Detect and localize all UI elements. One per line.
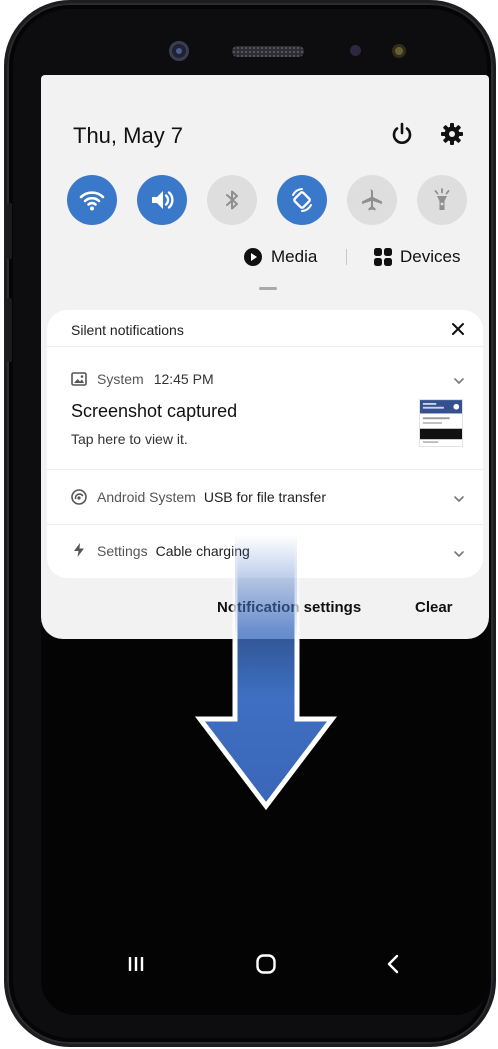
notification-title: Screenshot captured xyxy=(71,401,238,421)
chevron-down-icon[interactable] xyxy=(453,550,465,558)
home-icon[interactable] xyxy=(253,951,279,977)
date-label: Thu, May 7 xyxy=(73,123,184,148)
screenshot-thumbnail[interactable] xyxy=(419,399,463,447)
notification-usb[interactable]: Android System USB for file transfer xyxy=(47,470,483,524)
sound-toggle[interactable] xyxy=(137,175,187,225)
power-icon[interactable] xyxy=(389,121,415,147)
bluetooth-icon xyxy=(226,190,238,210)
notification-charging[interactable]: Settings Cable charging xyxy=(47,525,483,578)
media-button[interactable]: Media xyxy=(243,243,317,271)
media-divider xyxy=(346,249,347,265)
proximity-sensor xyxy=(350,45,361,56)
notification-detail: USB for file transfer xyxy=(203,489,326,505)
devices-grid-icon xyxy=(374,248,392,266)
earpiece-speaker xyxy=(232,46,304,57)
notification-panel: Thu, May 7 Media Devices Silent notifica… xyxy=(41,75,489,639)
notification-settings-button[interactable]: Notification settings xyxy=(217,599,361,616)
notification-detail: Cable charging xyxy=(155,543,250,559)
notification-app-name: Android System xyxy=(97,489,196,505)
wifi-toggle[interactable] xyxy=(67,175,117,225)
auto-rotate-toggle[interactable] xyxy=(277,175,327,225)
notification-app-name: System xyxy=(97,371,144,387)
phone-frame: Thu, May 7 Media Devices Silent notifica… xyxy=(4,0,496,1047)
devices-label: Devices xyxy=(400,247,461,266)
volume-icon xyxy=(152,191,174,209)
chevron-down-icon[interactable] xyxy=(453,495,465,503)
notification-footer: Notification settings Clear xyxy=(41,599,489,625)
panel-drag-handle[interactable] xyxy=(259,287,277,290)
notification-screenshot[interactable]: System 12:45 PM Screenshot captured Tap h… xyxy=(47,347,483,469)
wifi-icon xyxy=(79,191,105,211)
play-icon xyxy=(244,248,262,266)
close-icon[interactable] xyxy=(449,320,467,338)
notification-app-name: Settings xyxy=(97,543,148,559)
flashlight-toggle[interactable] xyxy=(417,175,467,225)
recent-apps-icon[interactable] xyxy=(123,951,149,977)
silent-notifications-header: Silent notifications xyxy=(47,310,483,346)
notification-time: 12:45 PM xyxy=(153,371,214,387)
back-chevron-icon[interactable] xyxy=(381,951,407,977)
auto-rotate-icon xyxy=(292,188,312,212)
bixby-key xyxy=(7,203,12,259)
media-label: Media xyxy=(271,247,318,266)
navigation-bar xyxy=(41,945,489,985)
notification-app-label: Android System USB for file transfer xyxy=(97,489,326,505)
front-camera xyxy=(169,41,189,61)
airplane-toggle[interactable] xyxy=(347,175,397,225)
chevron-down-icon[interactable] xyxy=(453,377,465,385)
notification-text: Tap here to view it. xyxy=(71,431,188,447)
silent-notifications-card: Silent notifications System 12:45 PM Scr… xyxy=(47,310,483,578)
flashlight-icon xyxy=(434,188,450,210)
notification-app-label: System 12:45 PM xyxy=(97,371,214,387)
image-icon xyxy=(71,372,87,386)
airplane-icon xyxy=(362,189,382,211)
media-devices-row: Media Devices xyxy=(41,243,489,271)
ambient-sensor xyxy=(392,44,406,58)
clear-button[interactable]: Clear xyxy=(415,599,453,616)
quick-settings-row xyxy=(67,175,467,225)
screen: Thu, May 7 Media Devices Silent notifica… xyxy=(41,75,489,1015)
bluetooth-toggle[interactable] xyxy=(207,175,257,225)
notification-app-label: Settings Cable charging xyxy=(97,543,250,559)
lightning-bolt-icon xyxy=(74,543,84,557)
android-system-icon xyxy=(71,489,87,505)
settings-gear-icon[interactable] xyxy=(439,121,465,147)
devices-button[interactable]: Devices xyxy=(373,243,460,271)
silent-notifications-label: Silent notifications xyxy=(71,322,184,338)
volume-key xyxy=(7,298,12,362)
